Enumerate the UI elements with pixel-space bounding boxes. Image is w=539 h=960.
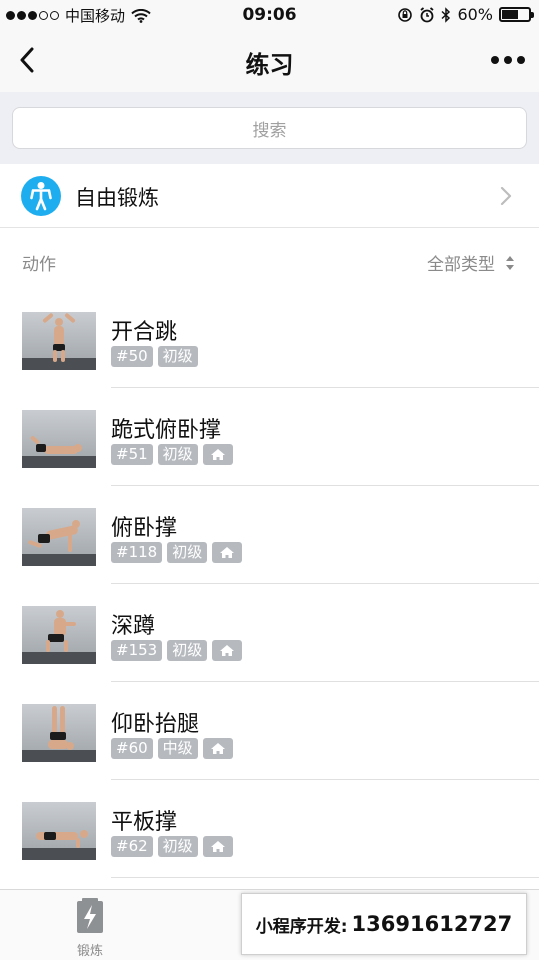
- list-item[interactable]: 跪式俯卧撑 #51 初级: [0, 388, 539, 486]
- promo-banner: 小程序开发: 13691612727: [241, 893, 527, 955]
- chevron-right-icon: [500, 186, 512, 206]
- list-item[interactable]: 仰卧抬腿 #60 中级: [0, 682, 539, 780]
- alarm-icon: [420, 6, 434, 22]
- list-item[interactable]: 俯卧撑 #118 初级: [0, 486, 539, 584]
- more-dot-icon: [504, 56, 512, 64]
- section-title: 动作: [22, 255, 56, 275]
- exercise-number-tag: #51: [111, 444, 153, 465]
- home-icon: [202, 444, 233, 465]
- exercise-level-tag: 初级: [167, 542, 208, 563]
- exercise-thumbnail: [22, 802, 96, 860]
- exercise-thumbnail: [22, 606, 96, 664]
- free-training-label: 自由锻炼: [75, 186, 159, 210]
- exercise-tags: #50 初级: [111, 346, 198, 367]
- exercise-name: 俯卧撑: [111, 516, 178, 541]
- free-training-row[interactable]: 自由锻炼: [0, 164, 539, 228]
- tab-workout[interactable]: 锻炼: [60, 898, 120, 959]
- exercise-level-tag: 中级: [157, 738, 198, 759]
- rotation-lock-icon: [398, 7, 413, 22]
- exercise-thumbnail: [22, 410, 96, 468]
- exercise-name: 跪式俯卧撑: [111, 418, 222, 443]
- status-bar: 中国移动 09:06 60%: [0, 0, 539, 30]
- home-icon: [212, 640, 243, 661]
- page-title: 练习: [245, 51, 294, 79]
- section-header: 动作 全部类型: [0, 228, 539, 290]
- exercise-level-tag: 初级: [157, 346, 198, 367]
- promo-phone: 13691612727: [351, 912, 513, 936]
- exercise-name: 仰卧抬腿: [111, 712, 200, 737]
- divider: [111, 877, 539, 878]
- status-right: 60%: [397, 5, 534, 24]
- more-dot-icon: [491, 56, 499, 64]
- exercise-thumbnail: [22, 704, 96, 762]
- exercise-thumbnail: [22, 508, 96, 566]
- battery-fill: [502, 10, 518, 19]
- exercise-number-tag: #62: [111, 836, 153, 857]
- battery-icon: [499, 7, 534, 22]
- exercise-level-tag: 初级: [157, 444, 198, 465]
- exercise-name: 开合跳: [111, 320, 178, 345]
- list-item[interactable]: 深蹲 #153 初级: [0, 584, 539, 682]
- promo-label: 小程序开发:: [255, 916, 348, 937]
- exercise-tags: #118 初级: [111, 542, 243, 563]
- list-item[interactable]: 开合跳 #50 初级: [0, 290, 539, 388]
- tab-label: 锻炼: [76, 944, 103, 959]
- search-bar: 搜索: [0, 92, 539, 164]
- battery-percent: 60%: [457, 5, 493, 24]
- exercise-tags: #51 初级: [111, 444, 233, 465]
- home-icon: [212, 542, 243, 563]
- type-filter-label: 全部类型: [427, 255, 495, 275]
- type-filter[interactable]: 全部类型: [427, 250, 515, 275]
- bluetooth-icon: [441, 6, 451, 23]
- person-icon: [21, 176, 61, 216]
- exercise-name: 平板撑: [111, 810, 178, 835]
- exercise-number-tag: #118: [111, 542, 163, 563]
- search-input[interactable]: 搜索: [12, 107, 527, 149]
- exercise-number-tag: #153: [111, 640, 163, 661]
- exercise-number-tag: #50: [111, 346, 153, 367]
- exercise-number-tag: #60: [111, 738, 153, 759]
- sort-icon: [506, 255, 514, 270]
- exercise-name: 深蹲: [111, 614, 156, 639]
- exercise-thumbnail: [22, 312, 96, 370]
- home-icon: [202, 836, 233, 857]
- more-dot-icon: [517, 56, 525, 64]
- list-item[interactable]: 平板撑 #62 初级: [0, 780, 539, 878]
- nav-bar: 练习: [0, 30, 539, 92]
- exercise-list: 开合跳 #50 初级 跪式俯卧撑 #51 初级 俯卧撑 #118 初级 深蹲 #…: [0, 290, 539, 878]
- exercise-tags: #153 初级: [111, 640, 243, 661]
- more-button[interactable]: [491, 50, 525, 70]
- exercise-level-tag: 初级: [157, 836, 198, 857]
- home-icon: [202, 738, 233, 759]
- exercise-level-tag: 初级: [167, 640, 208, 661]
- exercise-tags: #62 初级: [111, 836, 233, 857]
- lightning-icon: [77, 898, 103, 933]
- exercise-tags: #60 中级: [111, 738, 233, 759]
